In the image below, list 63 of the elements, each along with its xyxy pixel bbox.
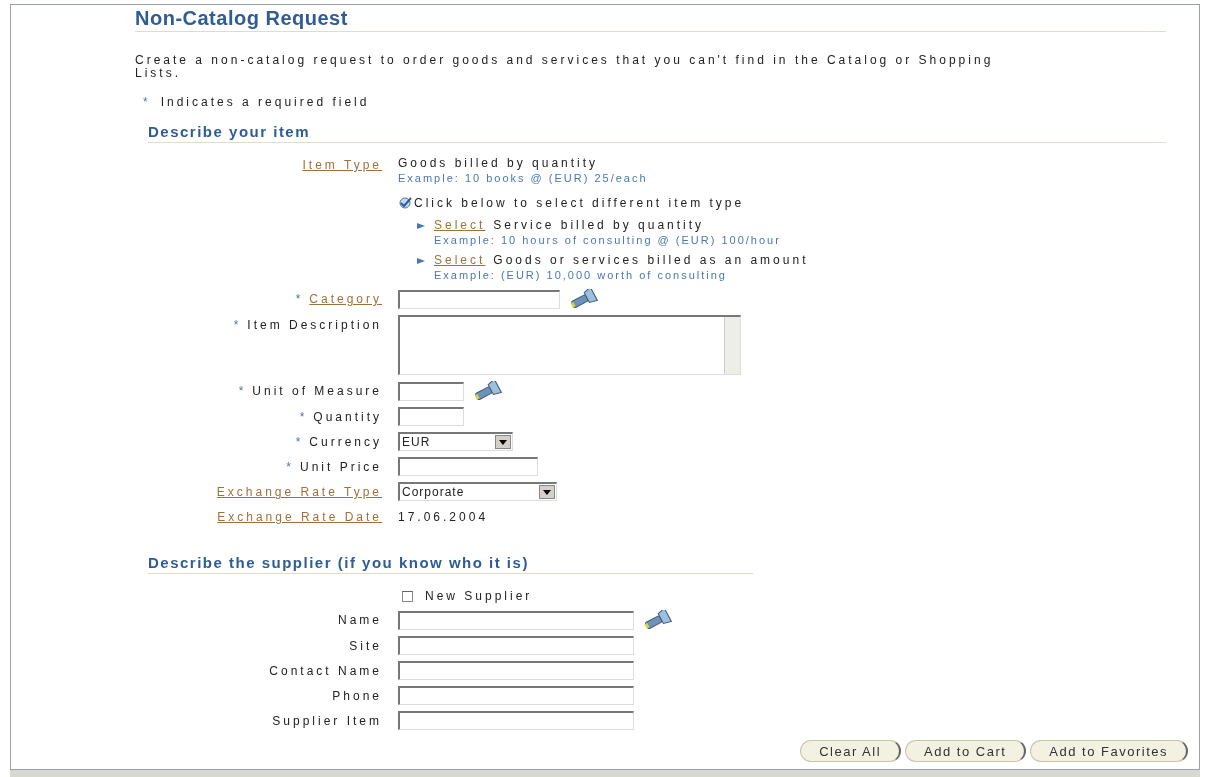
input-field[interactable] [398, 407, 464, 426]
field-label: Site [349, 638, 382, 654]
field-label: Quantity [313, 409, 382, 425]
input-field[interactable] [398, 457, 538, 476]
field-label-link[interactable]: Exchange Rate Date [217, 509, 382, 525]
required-mark: * [233, 317, 242, 333]
input-field[interactable] [398, 289, 560, 309]
checkmark-icon [398, 197, 412, 209]
item-type-option: Service billed by quantity [493, 217, 705, 233]
field-label-link[interactable]: Item Type [302, 157, 382, 173]
field-label: Name [338, 612, 382, 628]
example-text: Example: (EUR) 10,000 worth of consulting [434, 268, 728, 283]
scrollbar[interactable] [724, 317, 740, 374]
form-button[interactable]: Clear All [800, 740, 902, 762]
input-field[interactable] [398, 381, 464, 401]
horizontal-scrollbar[interactable] [10, 769, 1200, 777]
example-text: Example: 10 books @ (EUR) 25/each [398, 171, 649, 186]
page-title: Non-Catalog Request [135, 6, 1166, 32]
input-field[interactable] [398, 711, 634, 730]
field-label: Item Description [247, 317, 382, 333]
required-mark: * [295, 434, 304, 450]
input-field[interactable] [398, 661, 634, 680]
input-field[interactable] [398, 636, 634, 655]
checkbox[interactable] [402, 590, 413, 602]
input-field[interactable] [398, 610, 634, 630]
example-text: Example: 10 hours of consulting @ (EUR) 100/hour [434, 233, 782, 248]
item-type-option: Goods or services billed as an amount [493, 252, 809, 268]
chevron-icon [416, 257, 426, 265]
text-area[interactable] [398, 315, 741, 375]
field-label: Supplier Item [272, 713, 382, 729]
field-label: Unit of Measure [252, 383, 382, 399]
caret-icon [495, 435, 511, 449]
flashlight-icon[interactable] [642, 610, 672, 630]
required-mark: * [295, 291, 304, 307]
form-button[interactable]: Add to Cart [905, 740, 1027, 762]
dropdown[interactable]: EUR [398, 432, 513, 451]
field-label: Unit Price [300, 459, 382, 475]
checkbox-label: New Supplier [425, 588, 533, 604]
field-label-link[interactable]: Category [309, 291, 382, 307]
chevron-icon [416, 222, 426, 230]
field-label: Phone [332, 688, 382, 704]
input-field[interactable] [398, 686, 634, 705]
field-value: 17.06.2004 [398, 509, 489, 525]
item-type-value: Goods billed by quantity [398, 155, 600, 171]
required-note: Indicates a required field [160, 94, 370, 110]
field-label: Currency [309, 434, 382, 450]
instruction-text: Click below to select different item type [414, 195, 745, 211]
form-button[interactable]: Add to Favorites [1030, 740, 1188, 762]
intro-text: Create a non-catalog request to order goods and services that you can't find in the Catalog or Shopping Lists. [135, 54, 995, 80]
select-link[interactable]: Select [434, 252, 486, 268]
required-mark: * [143, 94, 151, 110]
flashlight-icon[interactable] [472, 381, 502, 401]
field-label: Contact Name [269, 663, 382, 679]
caret-icon [539, 485, 555, 499]
required-mark: * [286, 459, 294, 475]
select-link[interactable]: Select [434, 217, 486, 233]
flashlight-icon[interactable] [568, 289, 598, 309]
dropdown[interactable]: Corporate [398, 482, 557, 501]
section-heading: Describe the supplier (if you know who it is) [148, 553, 753, 574]
required-mark: * [299, 409, 308, 425]
required-mark: * [238, 383, 247, 399]
field-label-link[interactable]: Exchange Rate Type [216, 484, 382, 500]
section-heading: Describe your item [148, 122, 1166, 143]
